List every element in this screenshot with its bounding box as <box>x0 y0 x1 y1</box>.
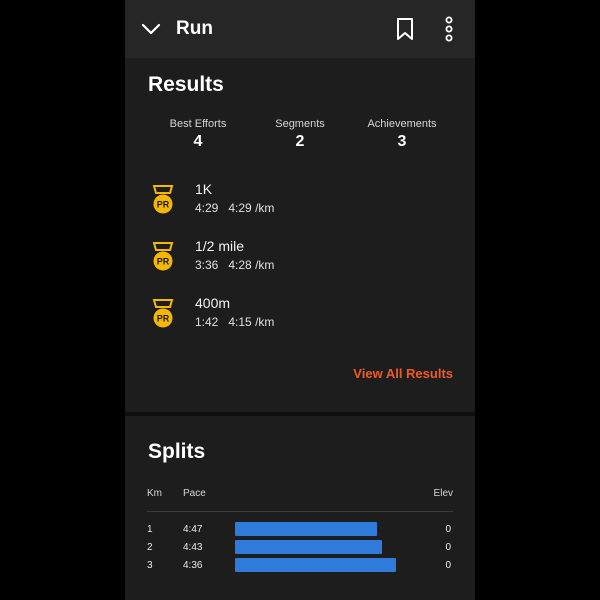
split-km: 3 <box>147 560 153 571</box>
split-pace: 4:47 <box>183 524 203 535</box>
split-km: 1 <box>147 524 153 535</box>
effort-details: 3:36 4:28 /km <box>195 258 274 272</box>
stat-label: Best Efforts <box>169 118 227 130</box>
effort-details: 1:42 4:15 /km <box>195 315 274 329</box>
split-row: 1 4:47 0 <box>125 522 475 538</box>
column-header-km: Km <box>147 488 162 499</box>
stat-segments[interactable]: Segments 2 <box>245 118 355 151</box>
results-heading: Results <box>148 73 224 96</box>
splits-card: Splits Km Pace Elev 1 4:47 0 2 4:43 0 3 … <box>125 416 475 600</box>
stat-value: 3 <box>397 133 407 150</box>
view-all-results-link[interactable]: View All Results <box>353 366 453 381</box>
effort-time: 4:29 <box>195 201 219 215</box>
stat-value: 2 <box>295 133 305 150</box>
bookmark-icon[interactable] <box>395 17 415 41</box>
top-bar: Run <box>125 0 475 58</box>
pr-medal-icon: PR <box>152 299 174 328</box>
page-title: Run <box>176 18 213 39</box>
split-elev: 0 <box>445 524 451 535</box>
stat-value: 4 <box>193 133 203 150</box>
activity-screen: Run Results Best Efforts 4 Segments 2 Ac… <box>125 0 475 600</box>
effort-time: 3:36 <box>195 258 219 272</box>
pr-badge-text: PR <box>157 200 170 210</box>
results-card: Results Best Efforts 4 Segments 2 Achiev… <box>125 58 475 412</box>
effort-pace: 4:28 /km <box>228 258 275 272</box>
stat-best-efforts[interactable]: Best Efforts 4 <box>143 118 253 151</box>
column-header-pace: Pace <box>183 488 206 499</box>
split-row: 3 4:36 0 <box>125 558 475 574</box>
split-elev: 0 <box>445 542 451 553</box>
split-row: 2 4:43 0 <box>125 540 475 556</box>
stat-label: Segments <box>275 118 325 130</box>
split-pace-bar <box>235 540 382 554</box>
split-pace: 4:43 <box>183 542 203 553</box>
best-effort-item[interactable]: PR 400m 1:42 4:15 /km <box>149 295 449 335</box>
effort-time: 1:42 <box>195 315 219 329</box>
pr-badge-text: PR <box>157 314 170 324</box>
split-pace-bar <box>235 522 377 536</box>
effort-details: 4:29 4:29 /km <box>195 201 274 215</box>
more-options-icon[interactable] <box>442 15 456 43</box>
table-divider <box>147 511 453 512</box>
effort-name: 1/2 mile <box>195 238 245 254</box>
effort-name: 400m <box>195 295 231 311</box>
effort-name: 1K <box>195 181 213 197</box>
stat-label: Achievements <box>367 118 437 130</box>
pr-medal-icon: PR <box>152 185 174 214</box>
split-pace: 4:36 <box>183 560 203 571</box>
column-header-elev: Elev <box>433 488 453 499</box>
split-km: 2 <box>147 542 153 553</box>
pr-medal-icon: PR <box>152 242 174 271</box>
effort-pace: 4:15 /km <box>228 315 275 329</box>
splits-heading: Splits <box>148 440 206 463</box>
split-elev: 0 <box>445 560 451 571</box>
stat-achievements[interactable]: Achievements 3 <box>347 118 457 151</box>
best-effort-item[interactable]: PR 1/2 mile 3:36 4:28 /km <box>149 238 449 278</box>
best-effort-item[interactable]: PR 1K 4:29 4:29 /km <box>149 181 449 221</box>
split-pace-bar <box>235 558 396 572</box>
effort-pace: 4:29 /km <box>228 201 275 215</box>
pr-badge-text: PR <box>157 257 170 267</box>
chevron-down-icon[interactable] <box>141 20 161 38</box>
